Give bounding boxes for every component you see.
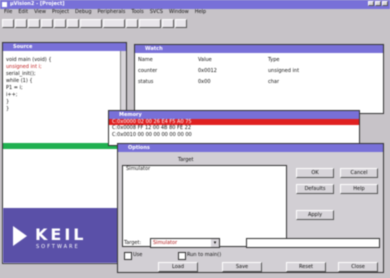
use-checkbox[interactable] [124,252,132,260]
play-icon [13,226,27,246]
menu-project[interactable]: Project [52,9,69,15]
cancel-button[interactable]: Cancel [340,168,378,178]
reset-button[interactable]: Reset [286,262,326,272]
editor-title-bar: Source [3,43,126,51]
defaults-button[interactable]: Defaults [296,184,334,194]
menu-svcs[interactable]: SVCS [150,9,163,15]
watch-title-bar: Watch [135,45,383,53]
list-header: Target [178,157,194,163]
toolbar [0,16,390,30]
copy-icon[interactable] [54,18,66,28]
menu-file[interactable]: File [4,9,12,15]
run-to-main-checkbox[interactable] [178,252,186,260]
dropdown-value: Simulator [153,240,178,246]
menu-bar: File Edit View Project Debug Peripherals… [0,9,390,15]
dropdown-label: Target: [124,240,142,246]
code-line: unsigned int i; [6,64,42,70]
help-button[interactable]: Help [340,184,378,194]
run-icon[interactable] [162,18,174,28]
target-icon[interactable] [139,18,161,28]
watch-header-name: Name [138,57,153,63]
code-line: P1 = i; [6,85,23,91]
menu-edit[interactable]: Edit [18,9,28,15]
stop-icon[interactable] [175,18,187,28]
dialog-title: Options [128,145,150,151]
current-line-highlight [3,143,125,149]
save-icon[interactable] [28,18,40,28]
path-field[interactable] [246,238,380,248]
debug-icon[interactable] [126,18,138,28]
checkbox-label: Use [133,252,143,258]
logo-text: KEIL [35,225,87,244]
ok-button[interactable]: OK [296,168,334,178]
menu-tools[interactable]: Tools [131,9,143,15]
menu-window[interactable]: Window [169,9,189,15]
app-icon [2,2,7,7]
cut-icon[interactable] [41,18,53,28]
watch-cell: status [138,79,154,85]
target-dropdown[interactable]: Simulator ▾ [150,238,220,248]
paste-icon[interactable] [67,18,79,28]
open-file-icon[interactable] [15,18,27,28]
memory-row[interactable]: C:0x0010 00 00 00 00 00 00 00 [109,132,359,139]
watch-cell: 0x00 [198,79,211,85]
save-button[interactable]: Save [222,262,262,272]
watch-cell: 0x0012 [198,68,217,74]
code-line: } [6,99,10,105]
editor-title: Source [13,44,33,50]
memory-row[interactable]: C:0x0008 FF 12 00 4B 80 FE 22 [109,125,359,132]
menu-debug[interactable]: Debug [75,9,91,15]
new-file-icon[interactable] [2,18,14,28]
apply-button[interactable]: Apply [296,210,334,220]
minimize-button[interactable] [368,1,374,6]
watch-window: Watch Name Value Type counter 0x0012 uns… [134,44,384,114]
watch-cell: char [268,79,280,85]
code-line: void main (void) { [6,57,52,63]
watch-header-type: Type [268,57,280,63]
rebuild-icon[interactable] [103,18,125,28]
target-list[interactable]: Simulator [122,165,287,247]
checkbox-label: Run to main() [187,252,222,258]
logo-subtext: SOFTWARE [36,244,80,250]
watch-header-value: Value [198,57,212,63]
code-line: i++; [6,92,18,98]
menu-help[interactable]: Help [195,9,206,15]
close-dialog-button[interactable]: Close [338,262,378,272]
close-button[interactable] [382,1,388,6]
build-icon[interactable] [80,18,102,28]
code-line: while (1) { [6,78,33,84]
watch-title: Watch [145,46,163,52]
watch-cell: counter [138,68,158,74]
memory-title-bar: Memory [109,111,359,119]
maximize-button[interactable] [375,1,381,6]
menu-peripherals[interactable]: Peripherals [98,9,126,15]
keil-logo: KEIL SOFTWARE [3,208,118,263]
load-button[interactable]: Load [158,262,198,272]
main-title: µVision2 - [Project] [10,1,65,7]
list-item[interactable]: Simulator [123,166,286,173]
memory-window: Memory C:0x0000 02 00 26 E4 F5 A0 75 C:0… [108,110,360,146]
chevron-down-icon: ▾ [211,239,219,247]
memory-title: Memory [119,112,142,118]
menu-view[interactable]: View [34,9,46,15]
options-dialog: Options Target Simulator OK Cancel Defau… [117,143,384,273]
main-title-bar: µVision2 - [Project] [0,0,390,9]
code-line: serial_init(); [6,71,36,77]
watch-cell: unsigned int [268,68,300,74]
dialog-title-bar: Options [118,144,383,152]
